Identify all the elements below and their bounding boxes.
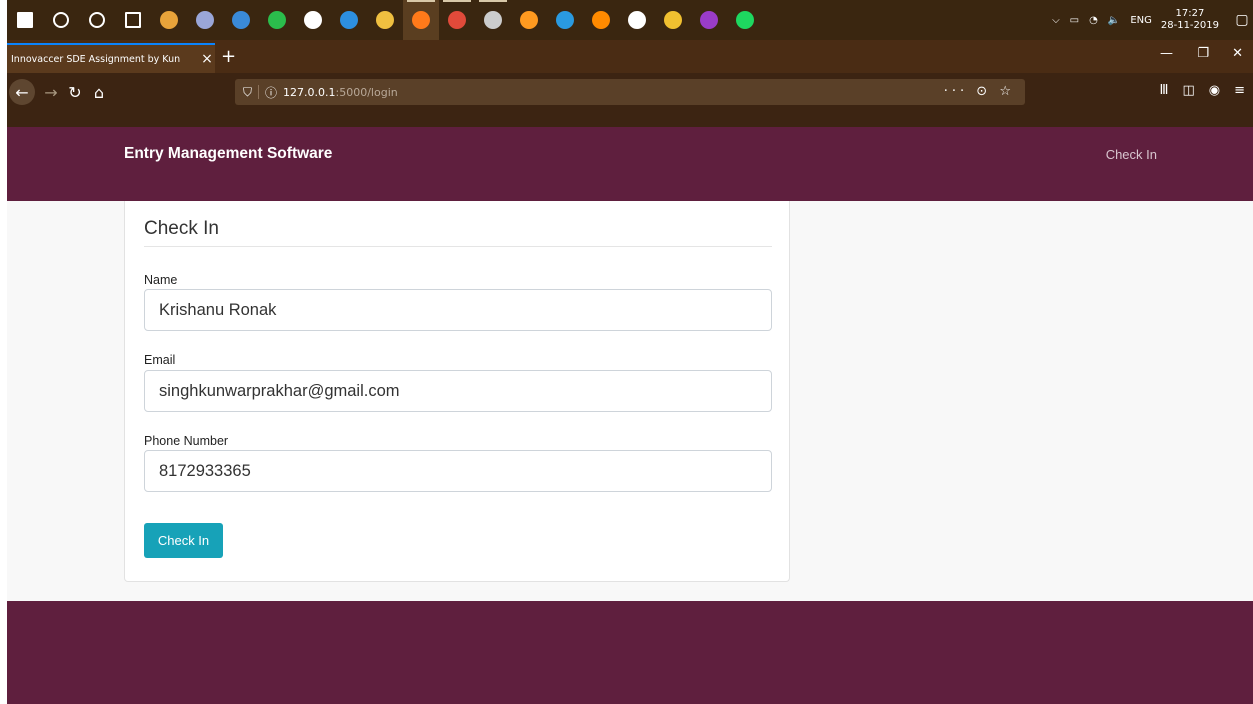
whatsapp-icon-glyph: [268, 11, 286, 29]
vlc-icon[interactable]: [583, 0, 619, 40]
url-path: :5000/login: [335, 85, 398, 99]
system-tray: ⌵ ▭ ◔ 🔈 ENG 17:27 28-11-2019 ▢: [1047, 0, 1253, 40]
browser-right-tools: Ⅲ ◫ ◉ ≡: [1145, 83, 1245, 98]
app-icon[interactable]: [151, 0, 187, 40]
media-player-icon[interactable]: [223, 0, 259, 40]
form-title: Check In: [144, 218, 772, 247]
windows-start-icon[interactable]: [7, 0, 43, 40]
vscode-icon-glyph: [556, 11, 574, 29]
name-input[interactable]: [144, 289, 772, 331]
firefox-icon-glyph: [412, 11, 430, 29]
minimize-icon[interactable]: —: [1160, 46, 1173, 61]
window-left-edge: [0, 0, 7, 704]
firefox-icon[interactable]: [403, 0, 439, 40]
page-actions[interactable]: ··· ⊙ ☆: [944, 84, 1015, 99]
cortana-icon[interactable]: [79, 0, 115, 40]
check-in-card: Check In Name Email Phone Number Check I…: [124, 201, 790, 582]
sublime-icon[interactable]: [511, 0, 547, 40]
email-input[interactable]: [144, 370, 772, 412]
app-icon[interactable]: [295, 0, 331, 40]
phone-input[interactable]: [144, 450, 772, 492]
app-brand[interactable]: Entry Management Software: [124, 145, 332, 163]
eclipse-icon[interactable]: [187, 0, 223, 40]
restore-icon[interactable]: ❐: [1197, 46, 1209, 61]
app-navbar: Entry Management Software Check In: [7, 127, 1253, 201]
tab-title: Innovaccer SDE Assignment by Kun: [11, 53, 181, 65]
terminal-icon-glyph: [484, 11, 502, 29]
onenote-icon[interactable]: [691, 0, 727, 40]
mail-icon-glyph: [628, 11, 646, 29]
clock-time: 17:27: [1175, 8, 1205, 19]
check-in-submit-button[interactable]: Check In: [144, 523, 223, 558]
vlc-icon-glyph: [592, 11, 610, 29]
reload-icon[interactable]: ↻: [63, 80, 87, 104]
app-icon-glyph: [160, 11, 178, 29]
close-window-icon[interactable]: ✕: [1232, 46, 1243, 61]
app-footer: [7, 601, 1253, 704]
phone-label: Phone Number: [144, 434, 229, 448]
page-content: Check In Name Email Phone Number Check I…: [7, 201, 1253, 601]
spotify-icon[interactable]: [727, 0, 763, 40]
windows-start-icon-glyph: [17, 12, 33, 28]
windows-taskbar: ⌵ ▭ ◔ 🔈 ENG 17:27 28-11-2019 ▢: [7, 0, 1253, 40]
browser-toolbar: ← → ↻ ⌂ ⛉ ⓘ 127.0.0.1 :5000/login ··· ⊙ …: [7, 73, 1253, 111]
toolbar-spacer: [7, 111, 1253, 127]
email-label: Email: [144, 353, 176, 367]
url-host: 127.0.0.1: [283, 85, 336, 99]
star-app-icon[interactable]: [655, 0, 691, 40]
vscode-icon[interactable]: [547, 0, 583, 40]
edge-icon-glyph: [340, 11, 358, 29]
eclipse-icon-glyph: [196, 11, 214, 29]
language-indicator[interactable]: ENG: [1130, 15, 1152, 26]
url-separator: [258, 85, 260, 99]
tab-close-icon[interactable]: ×: [199, 51, 215, 67]
browser-tabstrip: Innovaccer SDE Assignment by Kun × + — ❐…: [7, 40, 1253, 73]
cortana-icon-glyph: [89, 12, 105, 28]
home-icon[interactable]: ⌂: [87, 80, 111, 104]
volume-icon[interactable]: 🔈: [1108, 15, 1120, 26]
chrome-icon[interactable]: [439, 0, 475, 40]
search-icon[interactable]: [43, 0, 79, 40]
file-explorer-icon[interactable]: [367, 0, 403, 40]
onenote-icon-glyph: [700, 11, 718, 29]
account-icon[interactable]: ◉: [1209, 83, 1220, 98]
terminal-icon[interactable]: [475, 0, 511, 40]
menu-icon[interactable]: ≡: [1234, 83, 1245, 98]
clock-date: 28-11-2019: [1160, 20, 1219, 31]
taskbar-clock[interactable]: 17:27 28-11-2019: [1161, 8, 1219, 32]
nav-link-check-in[interactable]: Check In: [1106, 147, 1157, 162]
new-tab-button[interactable]: +: [221, 46, 236, 67]
name-label: Name: [144, 273, 178, 287]
site-info-icon[interactable]: ⓘ: [265, 84, 277, 101]
sidebar-icon[interactable]: ◫: [1182, 83, 1194, 98]
whatsapp-icon[interactable]: [259, 0, 295, 40]
media-player-icon-glyph: [232, 11, 250, 29]
task-view-icon-glyph: [125, 12, 141, 28]
tray-chevron-icon[interactable]: ⌵: [1052, 15, 1060, 26]
address-bar[interactable]: ⛉ ⓘ 127.0.0.1 :5000/login ··· ⊙ ☆: [235, 79, 1025, 105]
task-view-icon[interactable]: [115, 0, 151, 40]
sublime-icon-glyph: [520, 11, 538, 29]
library-icon[interactable]: Ⅲ: [1159, 83, 1168, 98]
star-app-icon-glyph: [664, 11, 682, 29]
browser-tab-active[interactable]: Innovaccer SDE Assignment by Kun ×: [7, 43, 215, 73]
chrome-icon-glyph: [448, 11, 466, 29]
tracking-protection-icon[interactable]: ⛉: [243, 85, 252, 100]
file-explorer-icon-glyph: [376, 11, 394, 29]
taskbar-apps: [7, 0, 763, 40]
edge-icon[interactable]: [331, 0, 367, 40]
spotify-icon-glyph: [736, 11, 754, 29]
search-icon-glyph: [53, 12, 69, 28]
back-icon[interactable]: ←: [9, 79, 35, 105]
forward-icon[interactable]: →: [39, 80, 63, 104]
battery-icon[interactable]: ▭: [1070, 15, 1079, 26]
app-icon-glyph: [304, 11, 322, 29]
mail-icon[interactable]: [619, 0, 655, 40]
wifi-icon[interactable]: ◔: [1089, 15, 1098, 26]
notification-center-icon[interactable]: ▢: [1231, 0, 1253, 40]
